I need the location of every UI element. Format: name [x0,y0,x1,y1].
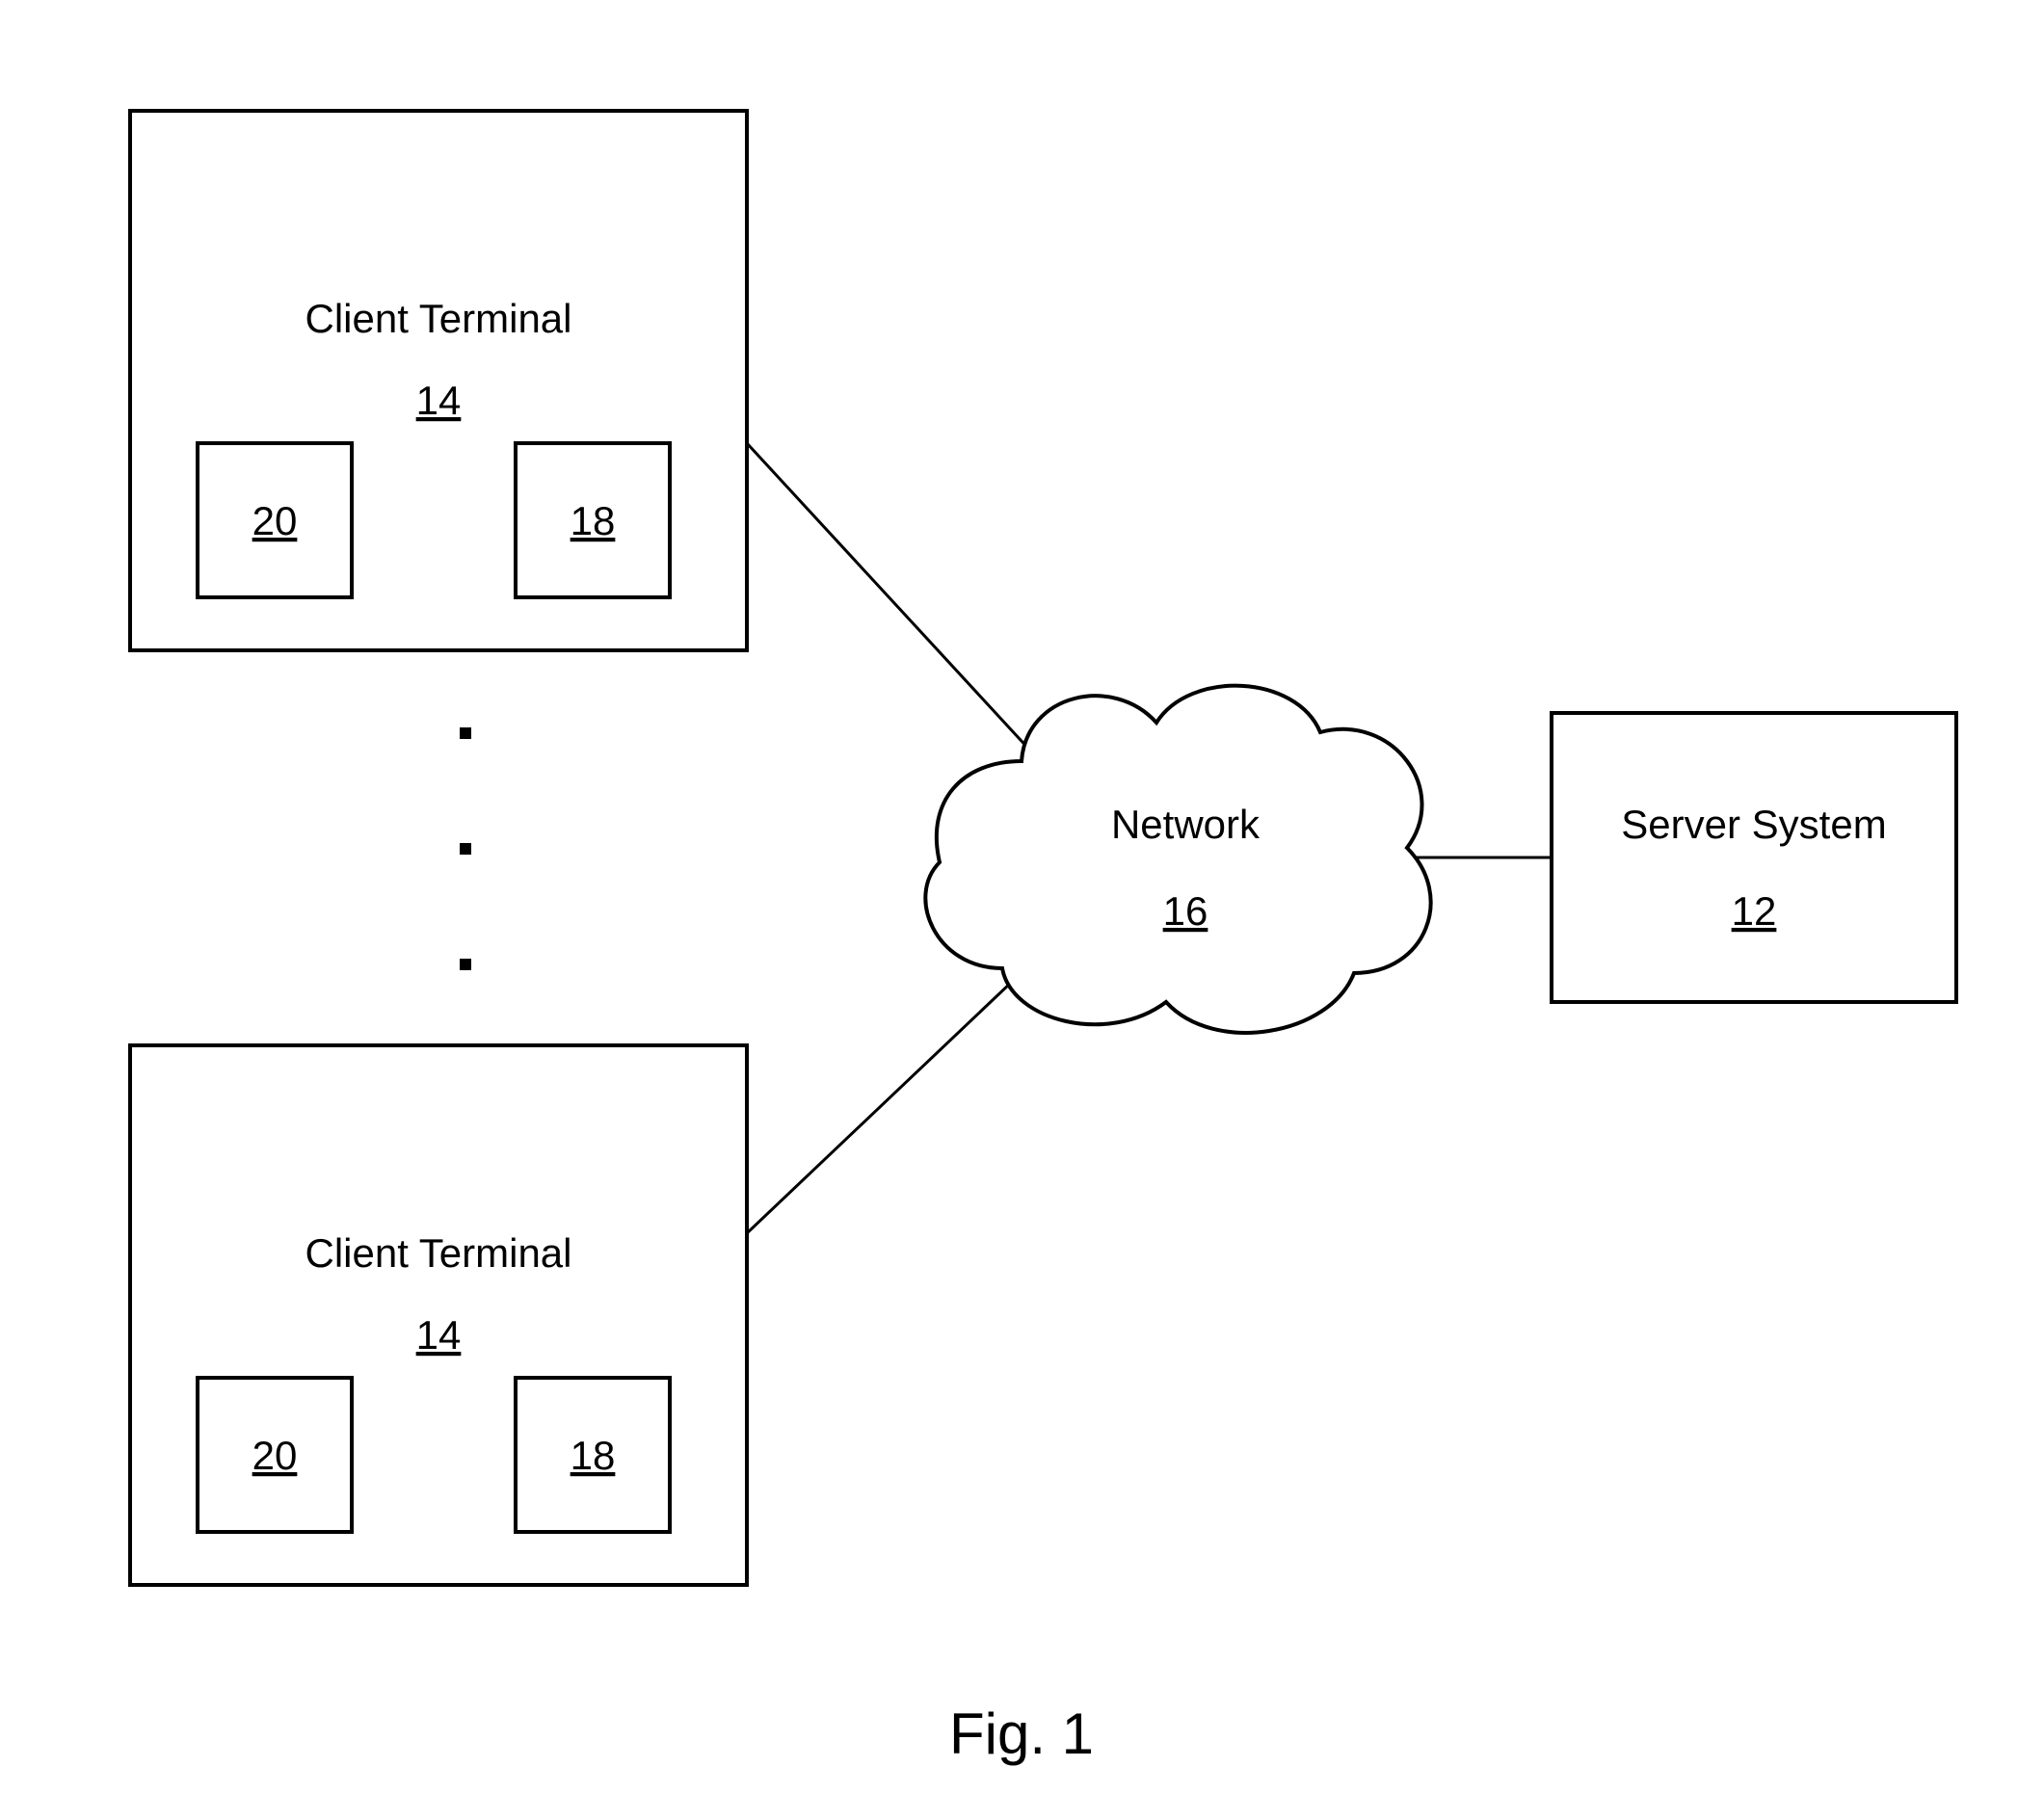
figure-caption: Fig. 1 [949,1701,1094,1766]
network-ref: 16 [1163,888,1208,934]
network-cloud: Network 16 [925,686,1430,1033]
client1-box-20-label: 20 [252,498,298,543]
client2-box-20-label: 20 [252,1433,298,1478]
client1-ref: 14 [416,378,462,423]
server-title: Server System [1621,802,1886,847]
client2-ref: 14 [416,1312,462,1358]
server-system: Server System 12 [1552,713,1956,1002]
client1-title: Client Terminal [305,296,572,341]
client2-title: Client Terminal [305,1230,572,1276]
line-client1-network [747,443,1031,752]
client1-box-18-label: 18 [571,498,616,543]
line-client2-network [747,963,1031,1233]
client2-box-18-label: 18 [571,1433,616,1478]
client-terminal-2: Client Terminal 14 20 18 [130,1045,747,1585]
client-terminal-1: Client Terminal 14 20 18 [130,111,747,650]
diagram: Client Terminal 14 20 18 Client Terminal… [0,0,2044,1820]
network-title: Network [1111,802,1261,847]
ellipsis-dots [460,727,471,970]
server-ref: 12 [1732,888,1777,934]
